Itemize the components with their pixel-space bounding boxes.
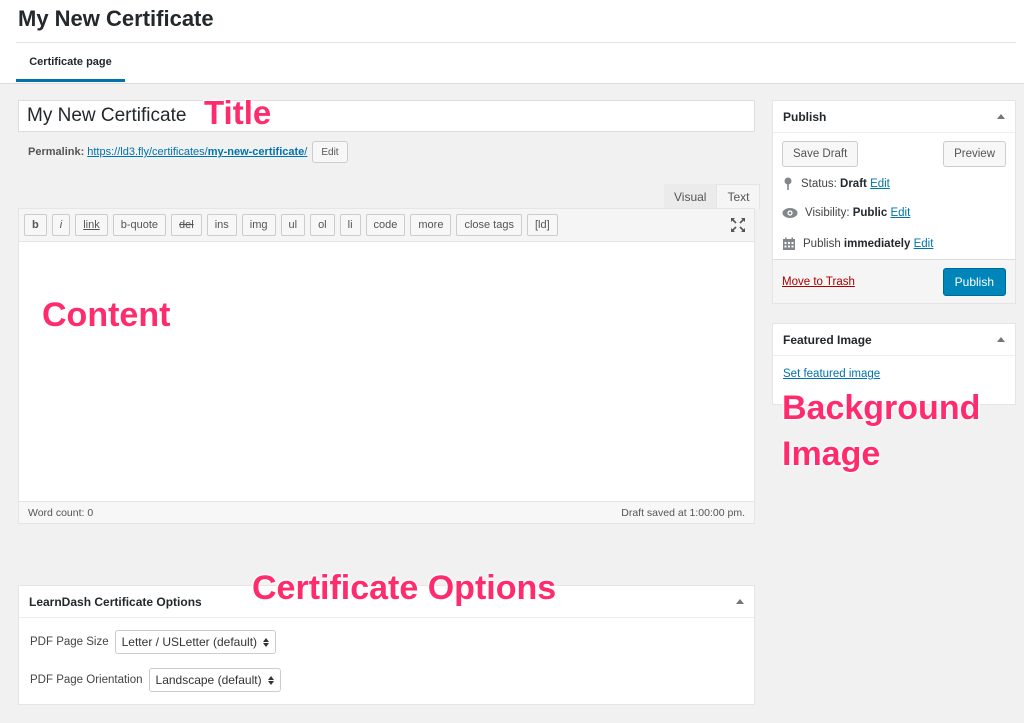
publish-label: Publish [803, 238, 841, 250]
permalink-link[interactable]: https://ld3.fly/certificates/my-new-cert… [87, 146, 307, 158]
publish-button[interactable]: Publish [942, 267, 1006, 296]
select-arrows-icon [263, 637, 270, 647]
permalink-edit-button[interactable]: Edit [312, 141, 348, 163]
schedule-edit-link[interactable]: Edit [914, 238, 934, 250]
page-size-select[interactable]: Letter / USLetter (default) [114, 630, 277, 654]
visibility-label: Visibility: [805, 207, 850, 219]
ul-button[interactable]: ul [280, 214, 306, 236]
toggle-arrow-icon[interactable] [997, 114, 1005, 119]
status-label: Status: [801, 178, 837, 190]
schedule-row: Publish immediately Edit [782, 237, 933, 251]
code-button[interactable]: code [365, 214, 406, 236]
select-arrows-icon [267, 675, 274, 685]
word-count: Word count: 0 [28, 506, 94, 519]
publish-actions: Save Draft Preview [782, 141, 1006, 167]
featured-image-heading: Featured Image [783, 332, 872, 347]
title-input[interactable]: My New Certificate [18, 100, 755, 132]
publish-footer: Move to Trash Publish [773, 259, 1015, 303]
preview-button[interactable]: Preview [943, 141, 1006, 167]
permalink-trailing: / [304, 146, 308, 158]
close-tags-button[interactable]: close tags [456, 214, 522, 236]
ld-shortcode-button[interactable]: [ld] [526, 214, 558, 236]
orientation-label: PDF Page Orientation [30, 674, 143, 686]
eye-icon [782, 208, 798, 218]
li-button[interactable]: li [339, 214, 361, 236]
permalink-row: Permalink: https://ld3.fly/certificates/… [28, 141, 348, 163]
status-row: Status: Draft Edit [782, 177, 890, 191]
del-button[interactable]: del [171, 214, 202, 236]
publish-timing: immediately [843, 238, 911, 250]
quicktags-toolbar: b i link b-quote del ins img ul ol li co… [19, 209, 754, 242]
link-button[interactable]: link [75, 214, 108, 236]
permalink-slug: my-new-certificate [207, 146, 305, 158]
visibility-edit-link[interactable]: Edit [890, 207, 910, 219]
img-button[interactable]: img [241, 214, 276, 236]
page-size-row: PDF Page Size Letter / USLetter (default… [30, 630, 277, 654]
publish-heading: Publish [783, 109, 827, 124]
more-button[interactable]: more [410, 214, 452, 236]
editor-status-bar: Word count: 0 Draft saved at 1:00:00 pm. [19, 501, 754, 523]
ins-button[interactable]: ins [206, 214, 237, 236]
annotation-content: Content [42, 296, 171, 334]
page-size-value: Letter / USLetter (default) [121, 635, 258, 649]
featured-image-body: Set featured image [773, 356, 1015, 392]
tab-certificate-page[interactable]: Certificate page [16, 44, 125, 82]
status-value: Draft [840, 178, 867, 190]
orientation-value: Landscape (default) [155, 673, 262, 687]
publish-box: Publish Save Draft Preview Status: Draft… [772, 100, 1016, 304]
draft-saved-status: Draft saved at 1:00:00 pm. [621, 506, 745, 519]
page-size-label: PDF Page Size [30, 636, 109, 648]
content-editor: b i link b-quote del ins img ul ol li co… [18, 208, 755, 524]
fullscreen-icon[interactable] [730, 217, 746, 233]
pin-icon [784, 177, 792, 190]
blockquote-button[interactable]: b-quote [112, 214, 167, 236]
tab-visual[interactable]: Visual [664, 184, 717, 209]
save-draft-button[interactable]: Save Draft [782, 141, 859, 167]
toggle-arrow-icon[interactable] [736, 599, 744, 604]
visibility-row: Visibility: Public Edit [782, 207, 910, 219]
bold-button[interactable]: b [24, 214, 47, 236]
toggle-arrow-icon[interactable] [997, 337, 1005, 342]
editor-tabs: Visual Text [664, 184, 761, 209]
italic-button[interactable]: i [51, 214, 71, 236]
permalink-url-base: https://ld3.fly/certificates/ [87, 146, 208, 158]
visibility-value: Public [852, 207, 888, 219]
move-to-trash-link[interactable]: Move to Trash [782, 276, 855, 288]
annotation-background-image-line1: Background [782, 389, 981, 427]
annotation-background-image-line2: Image [782, 435, 881, 473]
featured-image-header[interactable]: Featured Image [773, 324, 1015, 356]
orientation-select[interactable]: Landscape (default) [148, 668, 281, 692]
page-header: My New Certificate Certificate page [0, 0, 1024, 84]
calendar-icon [783, 237, 795, 250]
status-edit-link[interactable]: Edit [870, 178, 890, 190]
page-title: My New Certificate [18, 6, 214, 31]
annotation-certificate-options: Certificate Options [252, 569, 557, 607]
ol-button[interactable]: ol [310, 214, 335, 236]
orientation-row: PDF Page Orientation Landscape (default) [30, 668, 281, 692]
content-textarea[interactable] [19, 242, 754, 503]
publish-box-header[interactable]: Publish [773, 101, 1015, 133]
header-divider [16, 42, 1016, 43]
tab-text[interactable]: Text [716, 184, 761, 209]
certificate-options-heading: LearnDash Certificate Options [29, 594, 202, 609]
set-featured-image-link[interactable]: Set featured image [783, 368, 880, 380]
annotation-title: Title [204, 94, 272, 131]
permalink-label: Permalink: [28, 146, 85, 158]
